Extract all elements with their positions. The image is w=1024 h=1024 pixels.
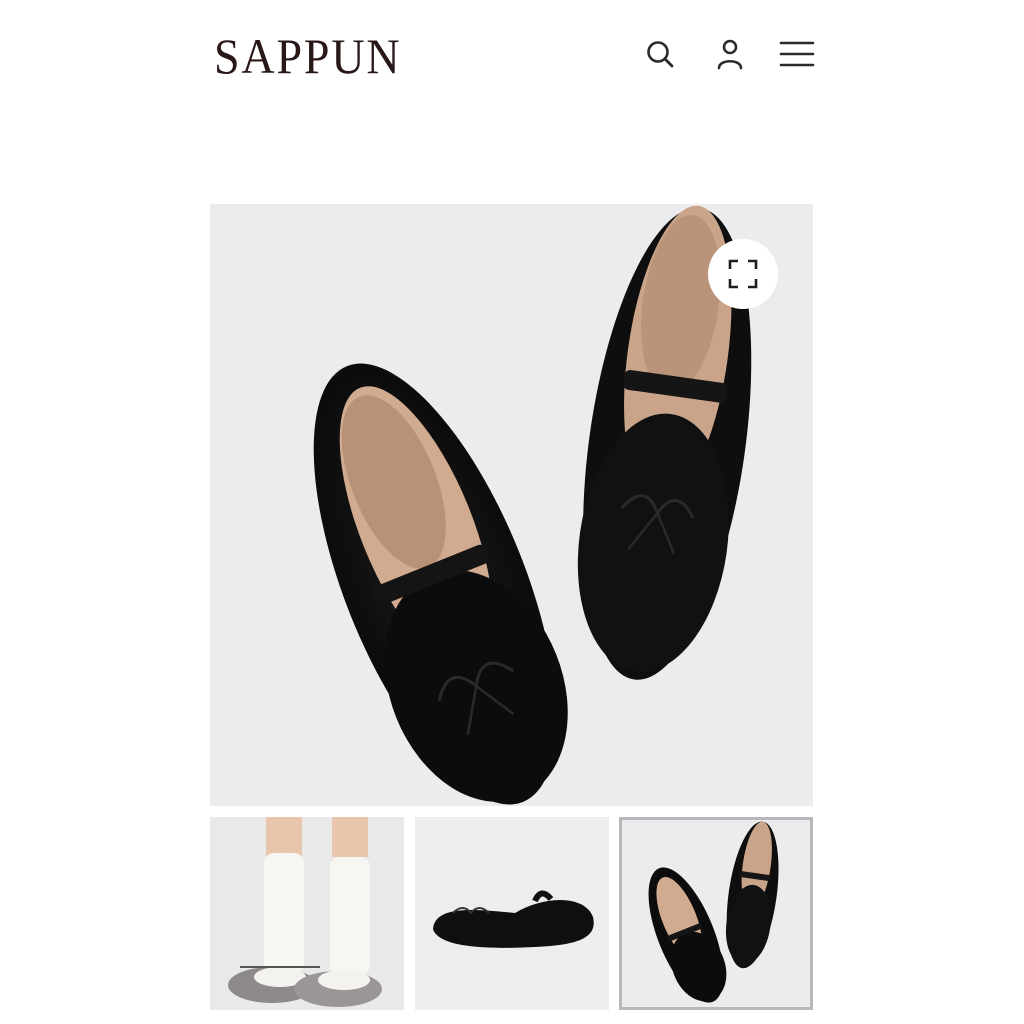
flats-top-view-thumbnail <box>648 821 779 1003</box>
account-icon <box>717 39 743 70</box>
thumbnail-2[interactable] <box>415 817 609 1010</box>
product-page: SAPPUN <box>0 0 1024 1024</box>
model-wearing-flats-image <box>228 817 382 1007</box>
account-button[interactable] <box>712 36 748 72</box>
thumbnail-3[interactable] <box>619 817 813 1010</box>
expand-image-button[interactable] <box>708 239 778 309</box>
expand-icon <box>728 259 758 289</box>
menu-button[interactable] <box>779 36 815 72</box>
flat-side-view-image <box>433 890 594 948</box>
search-button[interactable] <box>642 36 678 72</box>
search-icon <box>647 41 674 68</box>
thumbnail-1[interactable] <box>210 817 404 1010</box>
brand-logo[interactable]: SAPPUN <box>214 28 401 84</box>
menu-icon <box>779 41 815 67</box>
